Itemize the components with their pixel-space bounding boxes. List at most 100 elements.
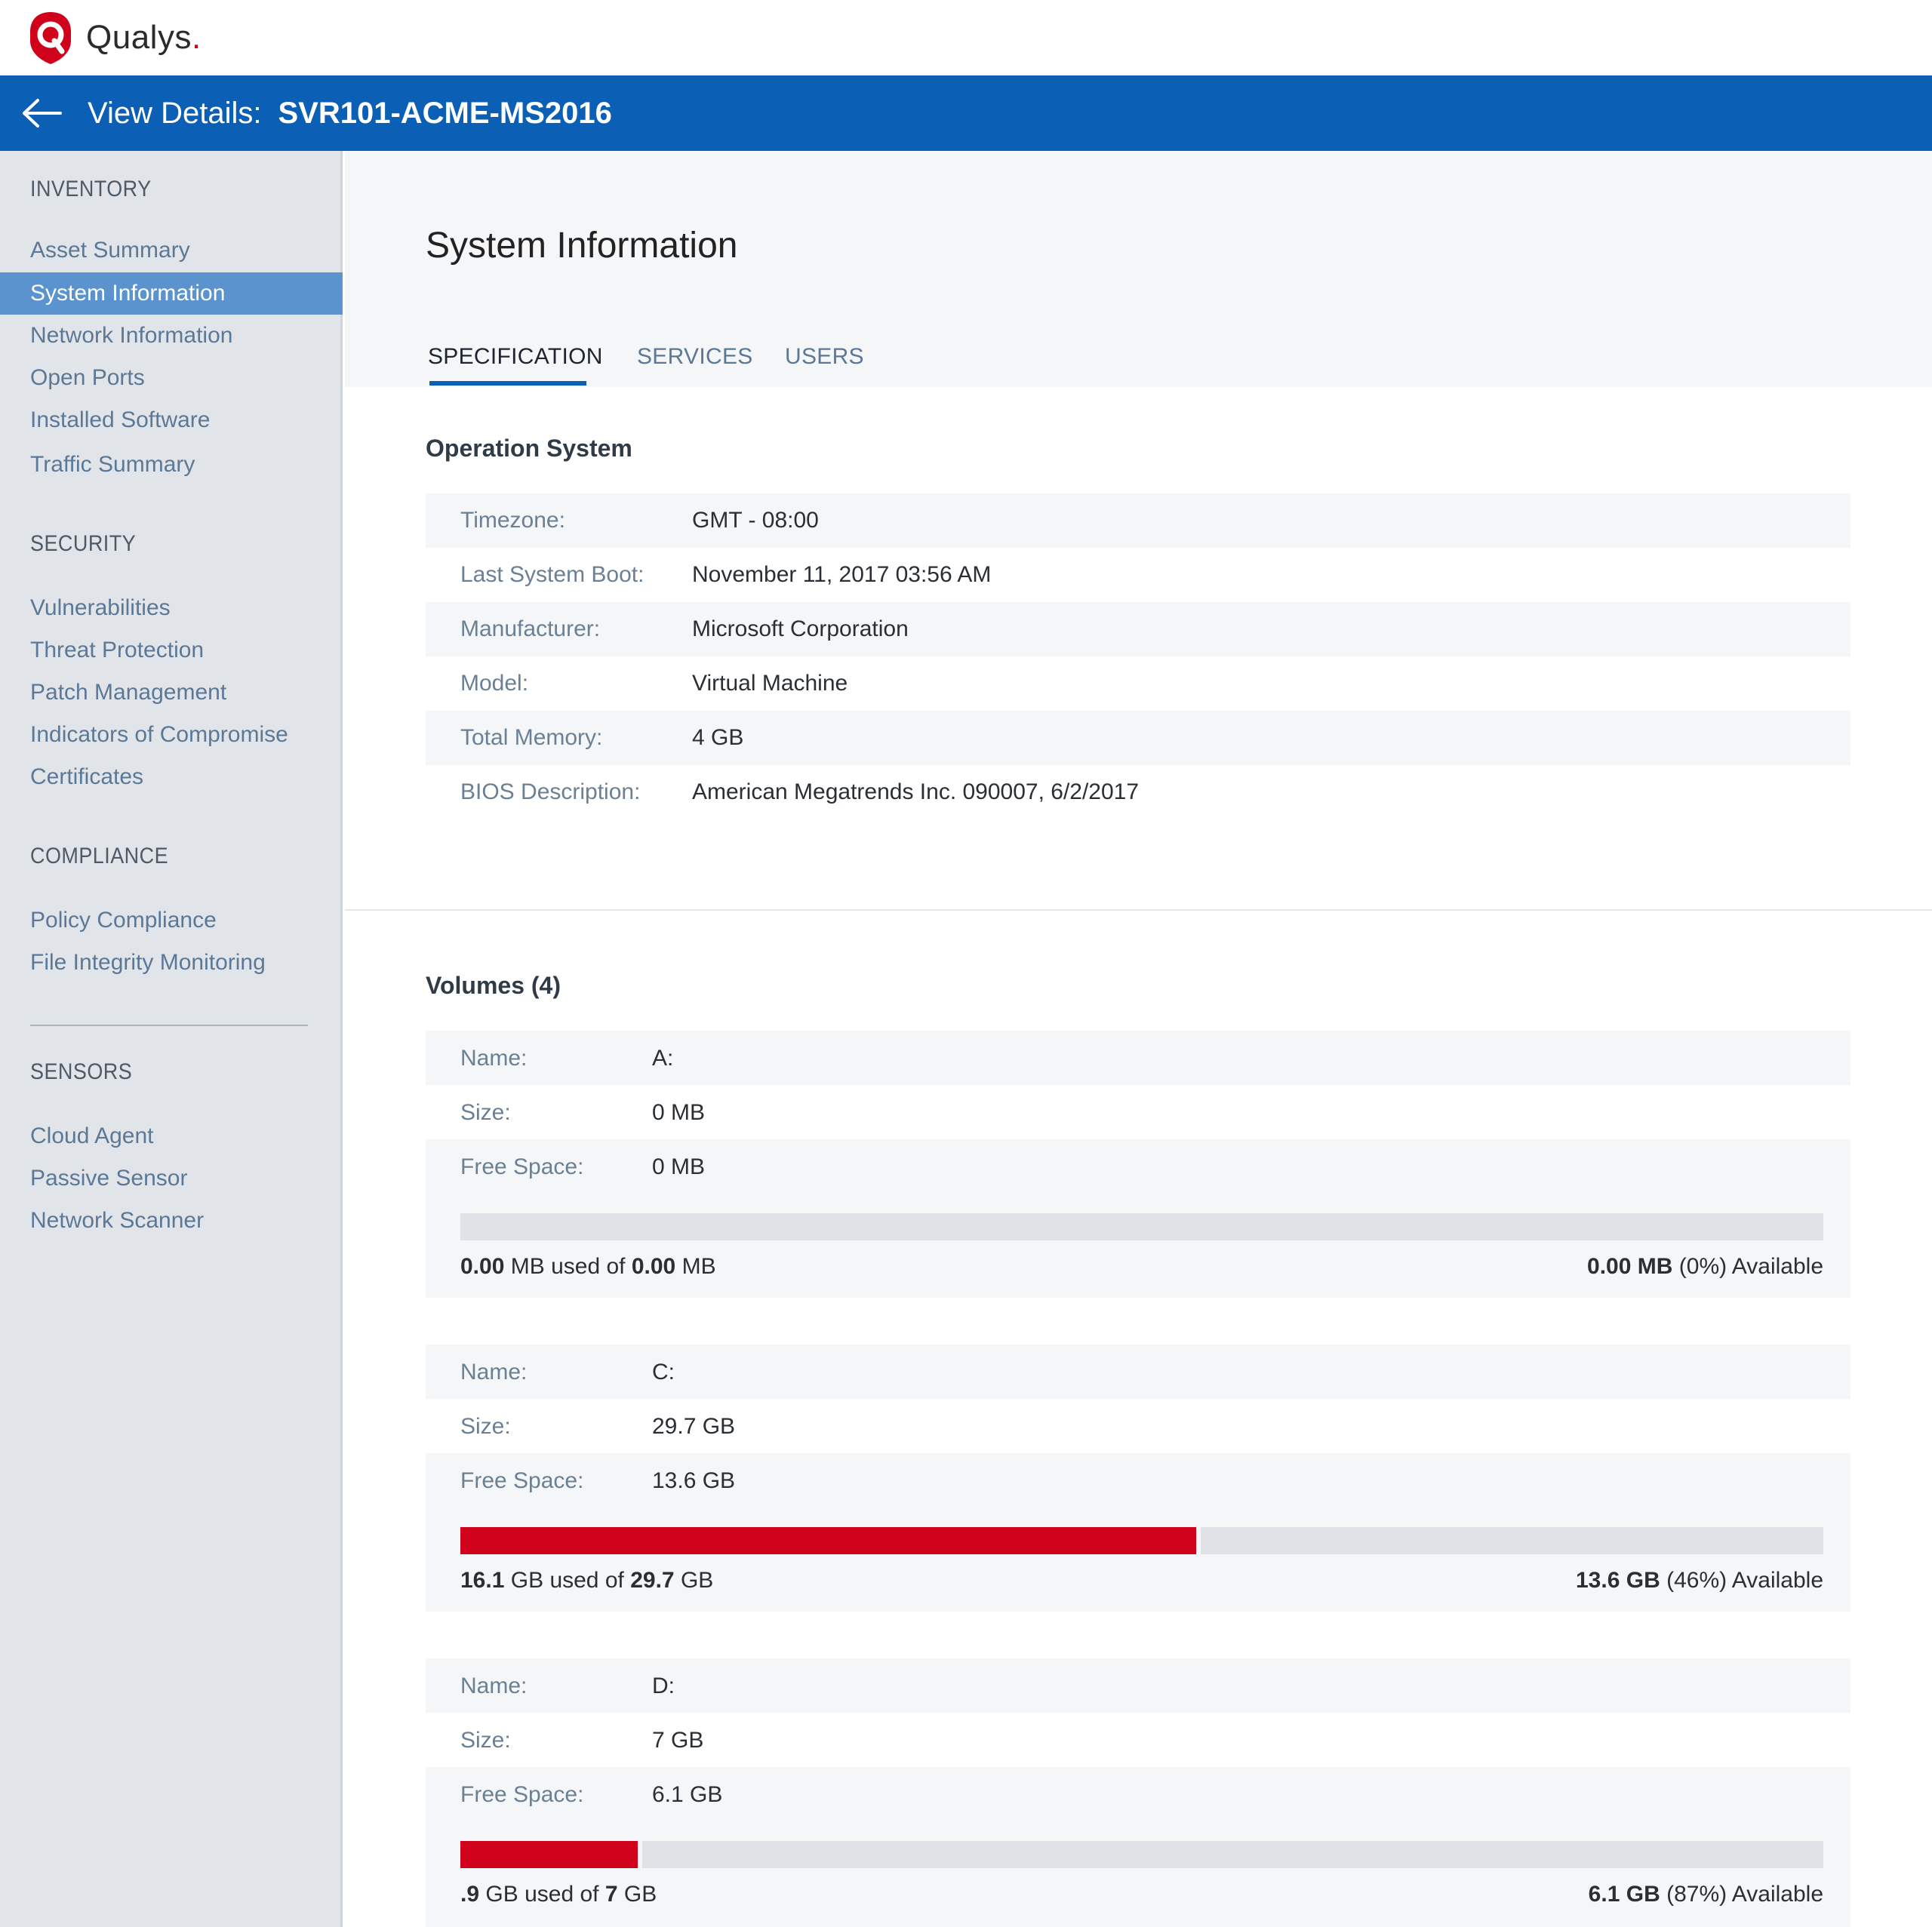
volume-card: Name: A: Size: 0 MB Free Space: 0 MB 0.0…: [426, 1031, 1850, 1298]
volume-name-row: Name: C:: [426, 1345, 1850, 1399]
usage-bar-fill: [460, 1841, 638, 1868]
usage-bar-fill: [460, 1527, 1196, 1554]
volume-name: C:: [652, 1360, 675, 1385]
sidebar-item-vulnerabilities[interactable]: Vulnerabilities: [0, 587, 343, 629]
sidebar-section-compliance: COMPLIANCE: [30, 844, 169, 868]
sidebar-item-installed-software[interactable]: Installed Software: [0, 399, 343, 441]
usage-used-text: .9 GB used of 7 GB: [460, 1882, 657, 1907]
os-label: Timezone:: [460, 508, 565, 533]
volume-label: Free Space:: [460, 1468, 584, 1493]
os-row-bios: BIOS Description: American Megatrends In…: [426, 765, 1850, 819]
sidebar-item-traffic-summary[interactable]: Traffic Summary: [0, 444, 343, 486]
os-value: American Megatrends Inc. 090007, 6/2/201…: [692, 779, 1140, 804]
sidebar-item-passive-sensor[interactable]: Passive Sensor: [0, 1157, 343, 1200]
volume-free: 13.6 GB: [652, 1468, 736, 1493]
volume-size: 0 MB: [652, 1100, 706, 1125]
usage-available-text: 0.00 MB (0%) Available: [1587, 1254, 1823, 1279]
usage-available-text: 13.6 GB (46%) Available: [1576, 1568, 1823, 1593]
os-label: Last System Boot:: [460, 562, 645, 587]
volume-label: Name:: [460, 1046, 528, 1071]
volume-size-row: Size: 29.7 GB: [426, 1399, 1850, 1453]
qualys-logo-icon: [30, 12, 71, 64]
os-value: November 11, 2017 03:56 AM: [692, 562, 992, 587]
os-value: GMT - 08:00: [692, 508, 819, 533]
os-row-total-memory: Total Memory: 4 GB: [426, 711, 1850, 765]
volume-size-row: Size: 0 MB: [426, 1085, 1850, 1139]
volume-usage-panel: Free Space: 6.1 GB .9 GB used of 7 GB 6.…: [426, 1767, 1850, 1927]
os-value: Virtual Machine: [692, 671, 848, 696]
page-title: System Information: [426, 226, 738, 266]
os-row-manufacturer: Manufacturer: Microsoft Corporation: [426, 602, 1850, 656]
sidebar-item-policy-compliance[interactable]: Policy Compliance: [0, 899, 343, 942]
volume-label: Name:: [460, 1673, 528, 1698]
volume-name-row: Name: A:: [426, 1031, 1850, 1085]
volume-free: 6.1 GB: [652, 1782, 723, 1807]
os-label: Total Memory:: [460, 725, 603, 750]
sidebar-section-inventory: INVENTORY: [30, 177, 152, 201]
volume-name: A:: [652, 1046, 674, 1071]
sidebar: INVENTORY Asset Summary System Informati…: [0, 151, 343, 1927]
os-row-last-boot: Last System Boot: November 11, 2017 03:5…: [426, 548, 1850, 602]
sidebar-item-certificates[interactable]: Certificates: [0, 756, 343, 798]
sidebar-item-asset-summary[interactable]: Asset Summary: [0, 229, 343, 272]
sidebar-item-cloud-agent[interactable]: Cloud Agent: [0, 1115, 343, 1157]
os-label: BIOS Description:: [460, 779, 641, 804]
volume-size: 29.7 GB: [652, 1414, 736, 1439]
os-heading: Operation System: [426, 435, 632, 462]
usage-bar: [460, 1527, 1823, 1554]
volume-usage-panel: Free Space: 13.6 GB 16.1 GB used of 29.7…: [426, 1453, 1850, 1612]
usage-used-text: 16.1 GB used of 29.7 GB: [460, 1568, 714, 1593]
volume-label: Size:: [460, 1728, 511, 1753]
os-row-model: Model: Virtual Machine: [426, 656, 1850, 711]
os-value: Microsoft Corporation: [692, 616, 909, 641]
sidebar-divider: [30, 1025, 308, 1026]
volume-usage-panel: Free Space: 0 MB 0.00 MB used of 0.00 MB…: [426, 1139, 1850, 1298]
page-header: View Details: SVR101-ACME-MS2016: [0, 75, 1932, 151]
active-tab-indicator: [429, 381, 586, 386]
volume-size-row: Size: 7 GB: [426, 1713, 1850, 1767]
usage-available-text: 6.1 GB (87%) Available: [1588, 1882, 1823, 1907]
main-header-area: System Information SPECIFICATION SERVICE…: [345, 151, 1932, 387]
sidebar-item-file-integrity-monitoring[interactable]: File Integrity Monitoring: [0, 942, 343, 984]
volume-card: Name: D: Size: 7 GB Free Space: 6.1 GB .…: [426, 1658, 1850, 1927]
volume-size: 7 GB: [652, 1728, 704, 1753]
volume-name: D:: [652, 1673, 675, 1698]
sidebar-item-threat-protection[interactable]: Threat Protection: [0, 629, 343, 672]
back-button[interactable]: [5, 75, 80, 151]
tab-services[interactable]: SERVICES: [637, 344, 753, 370]
sidebar-section-security: SECURITY: [30, 531, 137, 556]
section-divider: [345, 909, 1932, 911]
volume-label: Name:: [460, 1360, 528, 1385]
os-label: Manufacturer:: [460, 616, 601, 641]
sidebar-item-network-scanner[interactable]: Network Scanner: [0, 1200, 343, 1242]
sidebar-item-network-information[interactable]: Network Information: [0, 315, 343, 357]
main-content: System Information SPECIFICATION SERVICE…: [345, 151, 1932, 1927]
usage-bar-gap: [638, 1841, 642, 1868]
tab-specification[interactable]: SPECIFICATION: [428, 344, 603, 370]
volume-card: Name: C: Size: 29.7 GB Free Space: 13.6 …: [426, 1345, 1850, 1612]
tab-users[interactable]: USERS: [785, 344, 864, 370]
brand-name: Qualys.: [86, 19, 202, 56]
sidebar-item-open-ports[interactable]: Open Ports: [0, 357, 343, 399]
sidebar-item-patch-management[interactable]: Patch Management: [0, 672, 343, 714]
sidebar-item-system-information[interactable]: System Information: [0, 272, 343, 315]
volume-name-row: Name: D:: [426, 1658, 1850, 1713]
arrow-left-icon: [23, 99, 62, 128]
volume-label: Free Space:: [460, 1154, 584, 1179]
usage-bar-gap: [1196, 1527, 1201, 1554]
volume-label: Size:: [460, 1414, 511, 1439]
os-value: 4 GB: [692, 725, 744, 750]
volume-free: 0 MB: [652, 1154, 706, 1179]
sidebar-item-indicators-of-compromise[interactable]: Indicators of Compromise: [0, 714, 343, 756]
header-label: View Details:: [88, 96, 262, 130]
os-row-timezone: Timezone: GMT - 08:00: [426, 493, 1850, 548]
volume-label: Free Space:: [460, 1782, 584, 1807]
sidebar-section-sensors: SENSORS: [30, 1059, 133, 1084]
brand-bar: Qualys.: [0, 0, 1932, 75]
usage-used-text: 0.00 MB used of 0.00 MB: [460, 1254, 716, 1279]
usage-bar: [460, 1213, 1823, 1240]
os-label: Model:: [460, 671, 529, 696]
header-hostname: SVR101-ACME-MS2016: [278, 96, 612, 130]
usage-bar: [460, 1841, 1823, 1868]
volumes-heading: Volumes (4): [426, 972, 561, 999]
